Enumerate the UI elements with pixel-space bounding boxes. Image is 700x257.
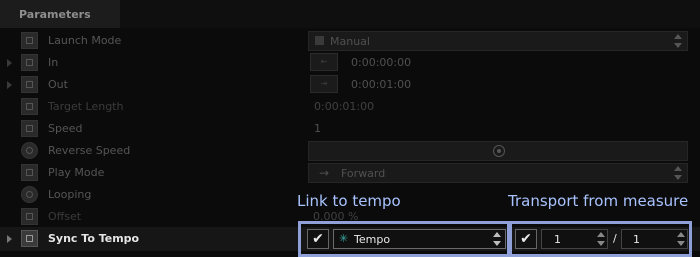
offset-icon bbox=[21, 208, 38, 225]
in-icon bbox=[21, 54, 38, 71]
param-label: Reverse Speed bbox=[48, 144, 131, 157]
play-mode-value: Forward bbox=[341, 167, 386, 180]
target-length-icon bbox=[21, 98, 38, 115]
param-label: In bbox=[48, 56, 59, 69]
radio-dot-icon[interactable] bbox=[493, 145, 505, 157]
play-mode-select[interactable]: → Forward bbox=[308, 163, 688, 183]
launch-mode-value: Manual bbox=[330, 35, 370, 48]
play-mode-spinner-icon[interactable] bbox=[673, 164, 683, 182]
out-icon bbox=[21, 76, 38, 93]
panel-header-strip bbox=[120, 0, 700, 28]
param-label: Offset bbox=[48, 210, 82, 223]
param-label: Out bbox=[48, 78, 68, 91]
annotation-transport-from-measure: Transport from measure bbox=[508, 192, 689, 210]
expand-arrow-icon[interactable] bbox=[7, 81, 12, 89]
launch-mode-spinner-icon[interactable] bbox=[673, 32, 683, 50]
set-in-button[interactable]: ⇤ bbox=[310, 53, 338, 71]
panel-title: Parameters bbox=[19, 8, 91, 21]
param-row-in: In ⇤ 0:00:00:00 bbox=[0, 52, 700, 74]
speed-icon bbox=[21, 120, 38, 137]
measure-numerator-value: 1 bbox=[554, 233, 561, 246]
tempo-value: Tempo bbox=[354, 233, 391, 246]
measure-denominator-value: 1 bbox=[633, 233, 640, 246]
transport-from-measure-checkbox[interactable]: ✔ bbox=[515, 229, 537, 249]
launch-mode-type-icon bbox=[315, 36, 324, 45]
param-row-out: Out ⇥ 0:00:01:00 bbox=[0, 74, 700, 96]
measure-numerator-field[interactable]: 1 bbox=[541, 229, 608, 249]
target-length-value[interactable]: 0:00:01:00 bbox=[314, 100, 374, 113]
launch-mode-select[interactable]: Manual bbox=[308, 31, 688, 51]
param-label: Target Length bbox=[48, 100, 124, 113]
param-label: Speed bbox=[48, 122, 83, 135]
measure-separator: / bbox=[613, 232, 617, 245]
tempo-asterisk-icon: ✳ bbox=[339, 232, 349, 245]
speed-value[interactable]: 1 bbox=[314, 122, 321, 135]
reverse-speed-toggle[interactable] bbox=[308, 141, 688, 161]
play-mode-icon bbox=[21, 164, 38, 181]
in-value[interactable]: 0:00:00:00 bbox=[351, 56, 411, 69]
param-label: Looping bbox=[48, 188, 92, 201]
param-label: Launch Mode bbox=[48, 34, 122, 47]
annotation-link-to-tempo: Link to tempo bbox=[297, 192, 401, 210]
param-row-speed: Speed 1 bbox=[0, 118, 700, 140]
sync-to-tempo-icon bbox=[21, 230, 38, 247]
param-label: Sync To Tempo bbox=[48, 232, 140, 245]
reverse-speed-icon bbox=[21, 142, 38, 159]
tempo-select[interactable]: ✳ Tempo bbox=[333, 229, 506, 249]
numerator-spinner-icon[interactable] bbox=[596, 230, 606, 248]
param-row-target-length: Target Length 0:00:01:00 bbox=[0, 96, 700, 118]
expand-arrow-icon[interactable] bbox=[7, 59, 12, 67]
forward-arrow-icon: → bbox=[319, 166, 330, 180]
out-value[interactable]: 0:00:01:00 bbox=[351, 78, 411, 91]
sync-tempo-checkbox[interactable]: ✔ bbox=[307, 229, 329, 249]
param-label: Play Mode bbox=[48, 166, 105, 179]
denominator-spinner-icon[interactable] bbox=[676, 230, 686, 248]
looping-icon bbox=[21, 186, 38, 203]
param-row-play-mode: Play Mode → Forward bbox=[0, 162, 700, 184]
panel-header: Parameters bbox=[0, 0, 120, 28]
tempo-spinner-icon[interactable] bbox=[492, 230, 502, 248]
set-out-button[interactable]: ⇥ bbox=[310, 75, 338, 93]
param-row-launch-mode: Launch Mode Manual bbox=[0, 30, 700, 52]
launch-mode-icon bbox=[21, 32, 38, 49]
expand-arrow-icon[interactable] bbox=[7, 235, 12, 243]
measure-denominator-field[interactable]: 1 bbox=[621, 229, 688, 249]
param-row-reverse-speed: Reverse Speed bbox=[0, 140, 700, 162]
